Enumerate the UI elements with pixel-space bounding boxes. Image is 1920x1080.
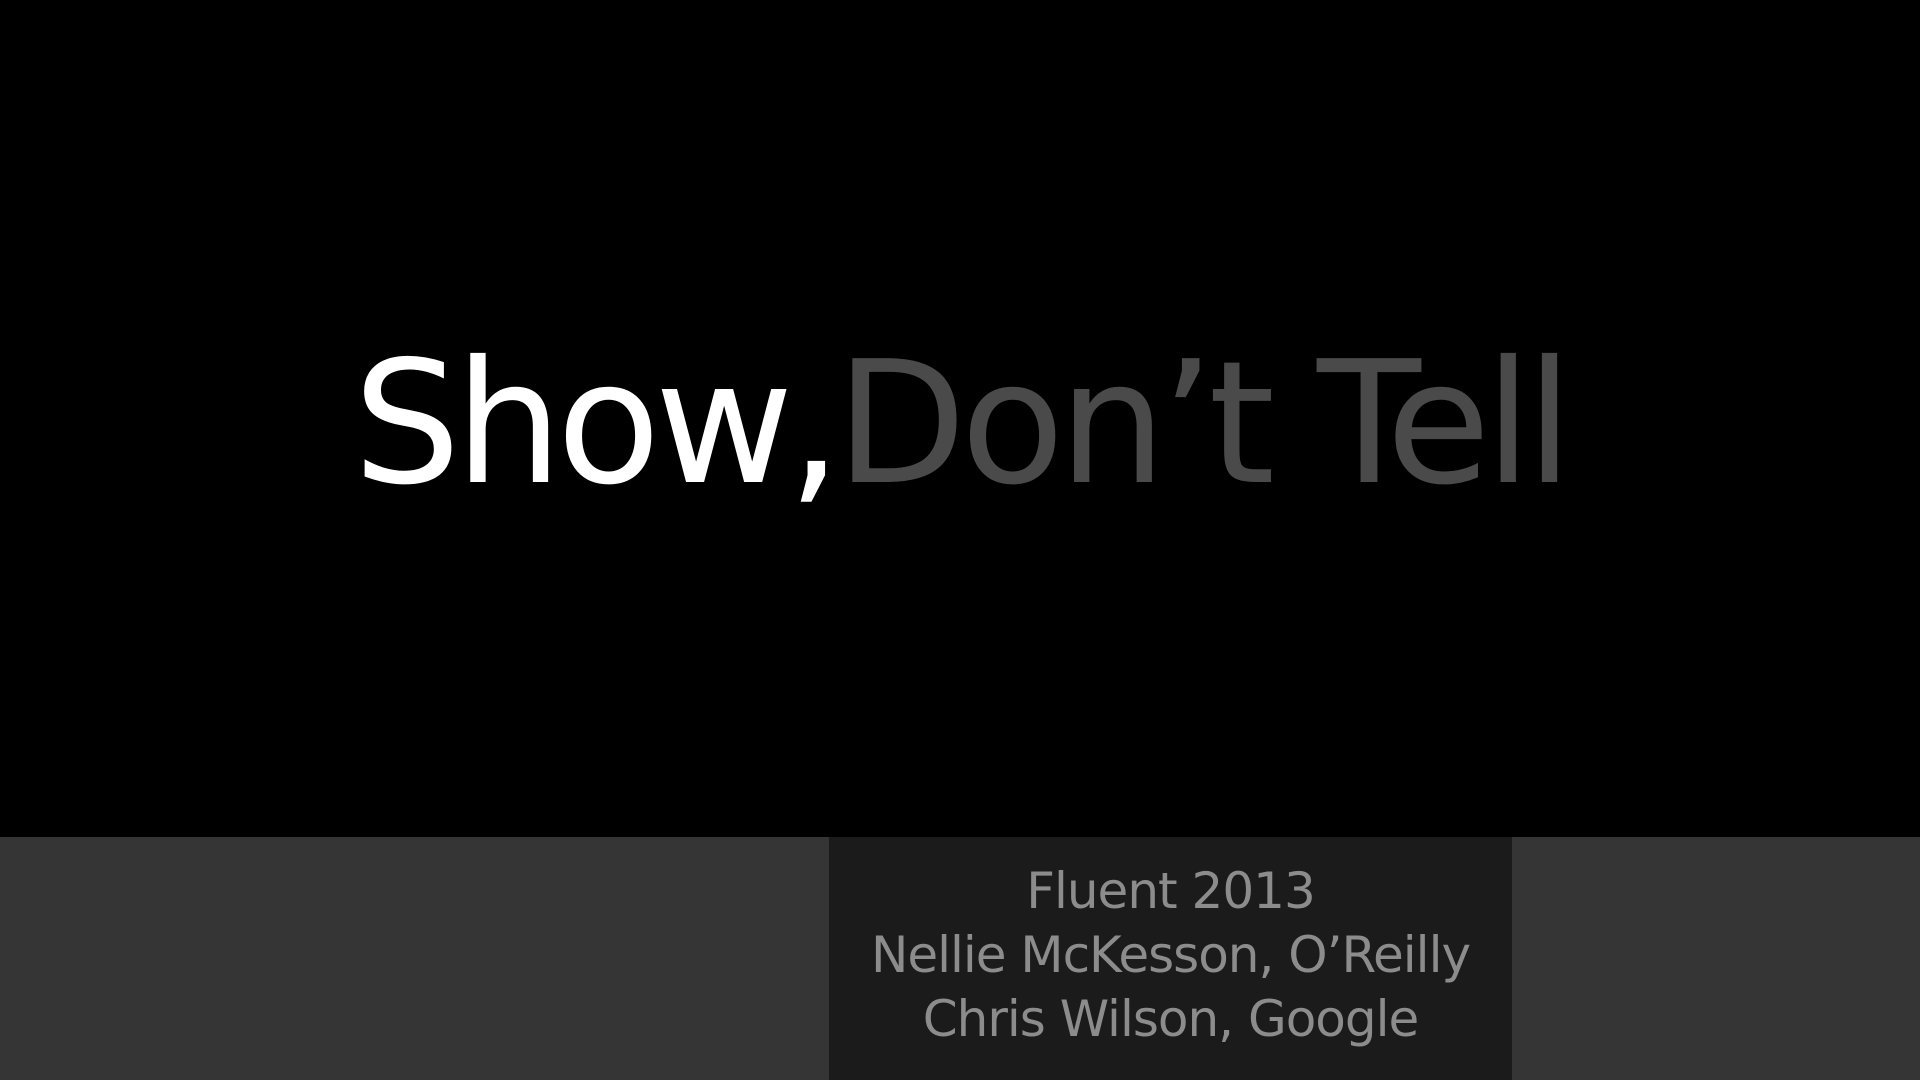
conference-name: Fluent 2013 — [1026, 861, 1316, 920]
speaker-2: Chris Wilson, Google — [922, 989, 1420, 1048]
title-area: Show,Don’t Tell — [0, 0, 1920, 837]
speaker-1: Nellie McKesson, O’Reilly — [870, 925, 1471, 984]
title-show: Show, — [352, 324, 842, 523]
presentation-slide: Show,Don’t Tell Fluent 2013 Nellie McKes… — [0, 0, 1920, 1080]
title-dont-tell: Don’t Tell — [835, 324, 1573, 523]
slide-title: Show,Don’t Tell — [353, 339, 1573, 509]
credits-box: Fluent 2013 Nellie McKesson, O’Reilly Ch… — [829, 837, 1512, 1080]
